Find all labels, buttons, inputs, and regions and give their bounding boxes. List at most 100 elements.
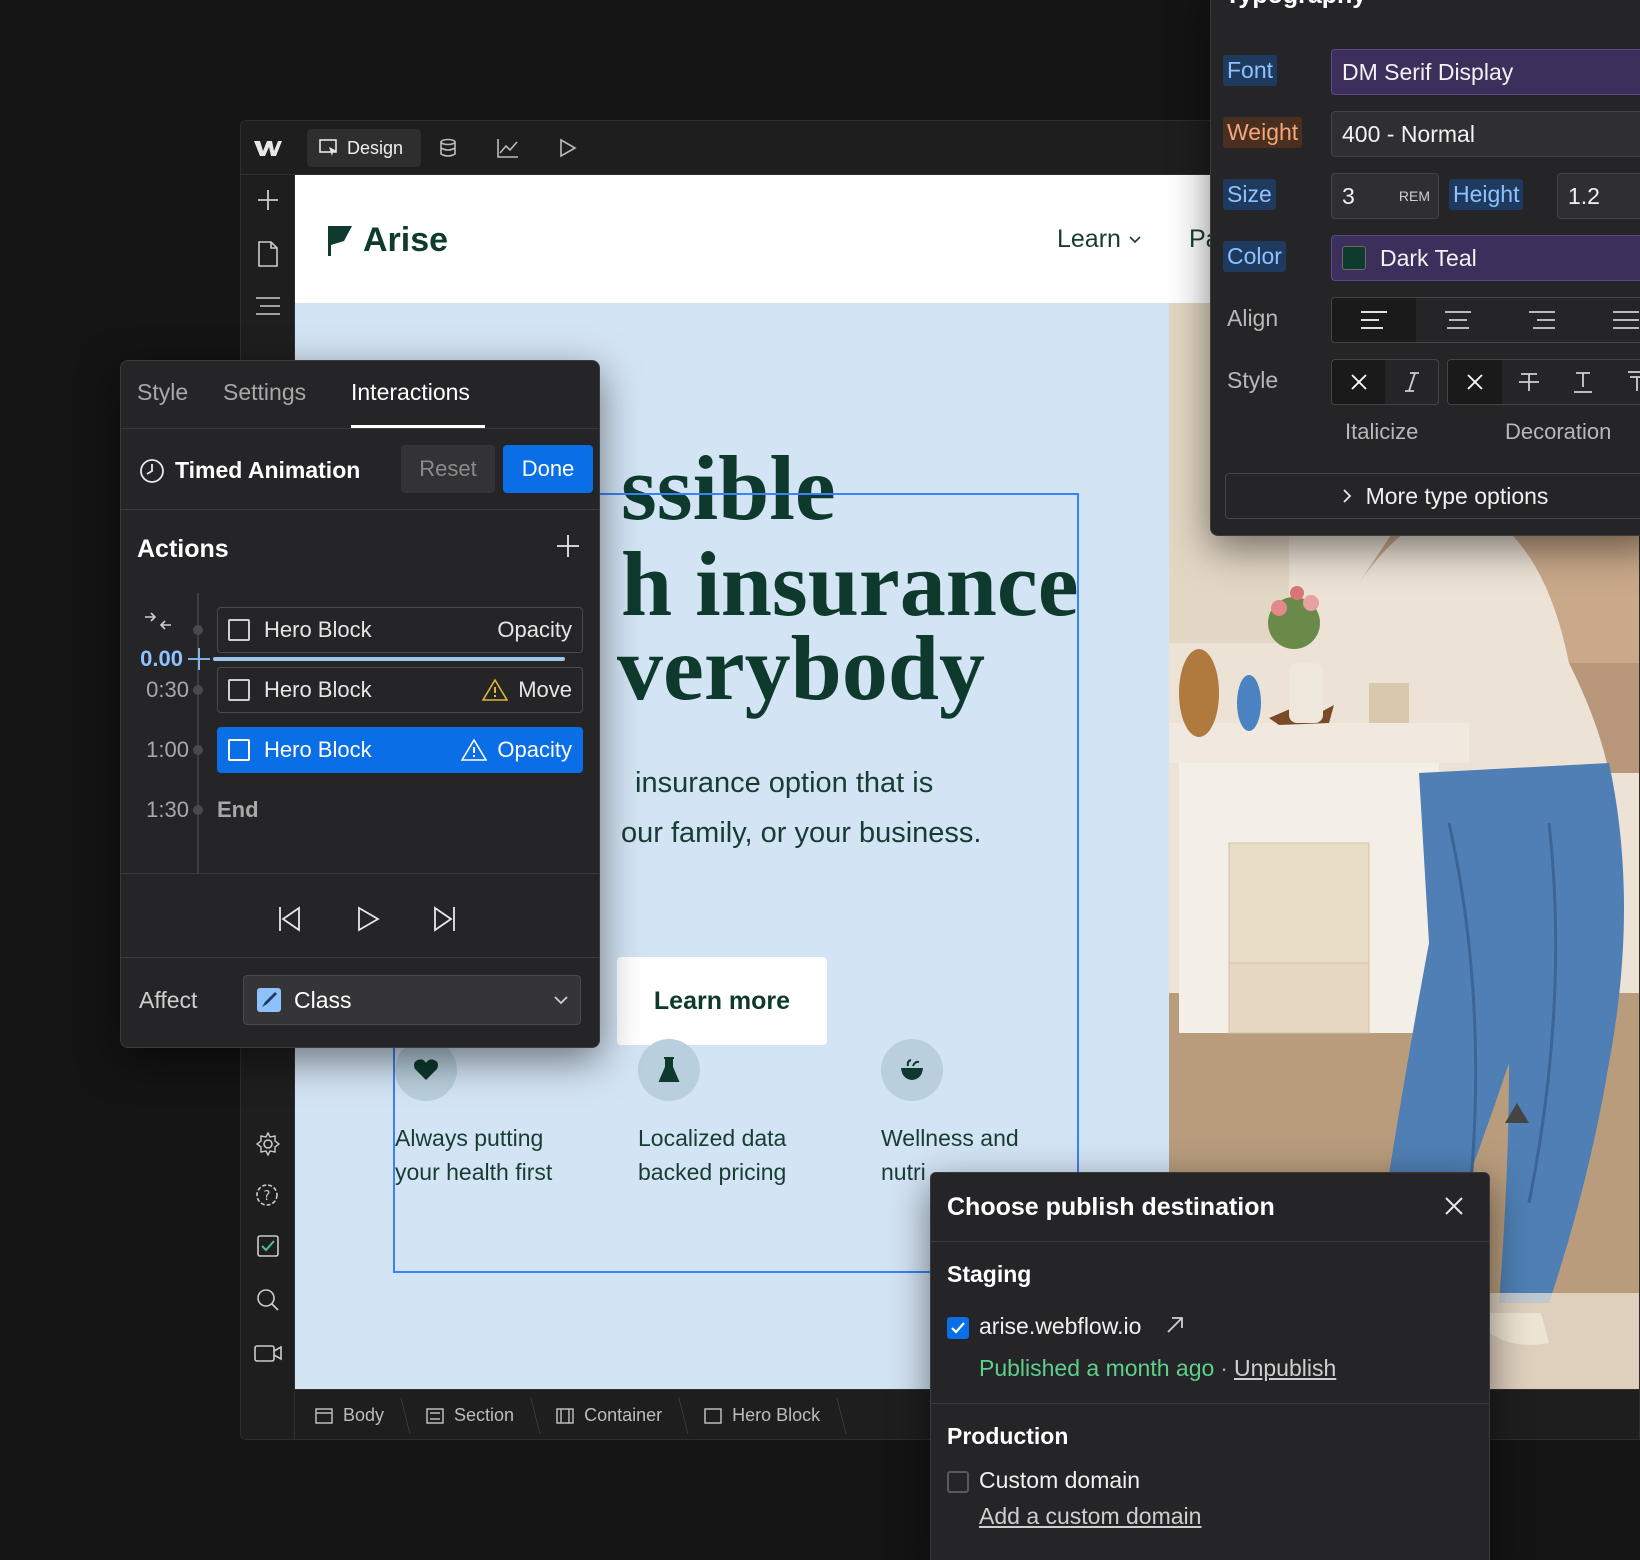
container-element-icon <box>556 1407 574 1424</box>
align-left-icon[interactable] <box>1332 298 1416 342</box>
italicize-segmented-control <box>1331 359 1439 405</box>
playhead-line[interactable] <box>213 657 565 661</box>
typography-title: Typography <box>1225 0 1366 10</box>
divider <box>931 1241 1489 1242</box>
play-icon[interactable] <box>355 905 381 933</box>
affect-select[interactable]: Class <box>243 975 581 1025</box>
underline-icon[interactable] <box>1556 360 1610 404</box>
action-target: Hero Block <box>264 737 372 762</box>
body-element-icon <box>315 1407 333 1424</box>
trigger-start-icon <box>143 609 173 633</box>
overline-icon[interactable] <box>1610 360 1640 404</box>
close-icon[interactable] <box>1443 1195 1465 1217</box>
action-checkbox[interactable] <box>228 679 250 701</box>
staging-label: Staging <box>947 1261 1032 1287</box>
staging-checkbox[interactable] <box>947 1317 969 1339</box>
cms-database-icon[interactable] <box>431 131 465 165</box>
done-button[interactable]: Done <box>503 445 593 493</box>
action-row-opacity-start[interactable]: Hero Block Opacity <box>217 607 583 653</box>
status-separator: · <box>1220 1355 1228 1381</box>
color-value: Dark Teal <box>1380 244 1477 271</box>
size-unit[interactable]: REM <box>1399 188 1430 204</box>
breadcrumb-section[interactable]: Section <box>406 1390 536 1440</box>
style-label: Style <box>1227 367 1279 393</box>
action-row-move[interactable]: Hero Block Move <box>217 667 583 713</box>
skip-to-start-icon[interactable] <box>277 905 303 933</box>
align-center-icon[interactable] <box>1416 298 1500 342</box>
publish-status-row: Published a month ago · Unpublish <box>979 1355 1336 1382</box>
add-elements-icon[interactable] <box>251 183 285 217</box>
divider <box>121 428 599 429</box>
production-label: Production <box>947 1423 1069 1449</box>
action-checkbox[interactable] <box>228 739 250 761</box>
skip-to-end-icon[interactable] <box>431 905 457 933</box>
custom-domain-checkbox[interactable] <box>947 1471 969 1493</box>
affect-value: Class <box>294 986 352 1013</box>
external-link-icon[interactable] <box>1165 1315 1185 1335</box>
align-justify-icon[interactable] <box>1584 298 1640 342</box>
playhead-cross-icon[interactable] <box>187 647 211 671</box>
playhead-time: 0.00 <box>140 646 183 671</box>
reset-button[interactable]: Reset <box>401 445 495 493</box>
breadcrumb-body-label: Body <box>343 1405 385 1425</box>
svg-text:?: ? <box>264 1189 271 1204</box>
site-logo[interactable]: Arise <box>327 221 448 260</box>
timeline-dot <box>193 745 203 755</box>
decoration-caption: Decoration <box>1505 419 1612 444</box>
weight-select[interactable]: 400 - Normal <box>1331 111 1640 157</box>
nav-learn-dropdown[interactable]: Learn <box>1057 225 1141 254</box>
settings-gear-icon[interactable] <box>251 1127 285 1161</box>
breadcrumb-body[interactable]: Body <box>295 1390 406 1440</box>
published-status: Published a month ago <box>979 1355 1215 1381</box>
unpublish-link[interactable]: Unpublish <box>1234 1355 1336 1382</box>
design-label: Design <box>347 137 404 158</box>
affect-label: Affect <box>139 987 198 1013</box>
design-mode-button[interactable]: Design <box>307 129 421 167</box>
tab-style[interactable]: Style <box>137 379 188 406</box>
tab-settings[interactable]: Settings <box>223 379 306 406</box>
help-question-icon[interactable]: ? <box>251 1177 285 1211</box>
timeline-dot <box>193 685 203 695</box>
preview-play-icon[interactable] <box>551 131 585 165</box>
size-value: 3 <box>1342 182 1355 209</box>
publish-title: Choose publish destination <box>947 1193 1275 1221</box>
action-row-opacity-selected[interactable]: Hero Block Opacity <box>217 727 583 773</box>
no-italic-x-icon[interactable] <box>1332 360 1385 404</box>
section-element-icon <box>426 1407 444 1424</box>
navigator-icon[interactable] <box>251 289 285 323</box>
color-swatch <box>1342 246 1366 270</box>
time-label: 1:30 <box>146 797 189 822</box>
time-label: 0:30 <box>146 677 189 702</box>
search-icon[interactable] <box>251 1283 285 1317</box>
size-input[interactable]: 3 REM <box>1331 173 1439 219</box>
breadcrumb-container[interactable]: Container <box>536 1390 684 1440</box>
webflow-logo-icon[interactable] <box>251 131 285 165</box>
height-input[interactable]: 1.2 <box>1557 173 1640 219</box>
video-tutorials-icon[interactable] <box>251 1335 285 1369</box>
action-checkbox[interactable] <box>228 619 250 641</box>
pages-icon[interactable] <box>251 237 285 271</box>
breadcrumb-container-label: Container <box>584 1405 663 1425</box>
strikethrough-icon[interactable] <box>1502 360 1556 404</box>
divider <box>121 873 599 874</box>
add-custom-domain-link[interactable]: Add a custom domain <box>979 1503 1201 1530</box>
size-label: Size <box>1223 179 1276 210</box>
timeline-dot <box>193 625 203 635</box>
breadcrumb-hero-block[interactable]: Hero Block <box>684 1390 842 1440</box>
analytics-chart-icon[interactable] <box>491 131 525 165</box>
action-target: Hero Block <box>264 677 372 702</box>
color-select[interactable]: Dark Teal <box>1331 235 1640 281</box>
audit-checkbox-icon[interactable] <box>251 1229 285 1263</box>
no-decoration-x-icon[interactable] <box>1448 360 1502 404</box>
tab-interactions[interactable]: Interactions <box>351 379 470 406</box>
flag-logo-icon <box>327 225 353 257</box>
add-action-icon[interactable] <box>555 533 581 559</box>
typography-panel: Typography Font DM Serif Display Weight … <box>1210 0 1640 536</box>
action-type: Opacity <box>497 617 572 642</box>
chevron-down-icon <box>1129 235 1141 244</box>
font-select[interactable]: DM Serif Display <box>1331 49 1640 95</box>
italic-icon[interactable] <box>1385 360 1438 404</box>
div-block-icon <box>704 1407 722 1424</box>
more-type-options-button[interactable]: More type options <box>1225 473 1640 519</box>
align-right-icon[interactable] <box>1500 298 1584 342</box>
